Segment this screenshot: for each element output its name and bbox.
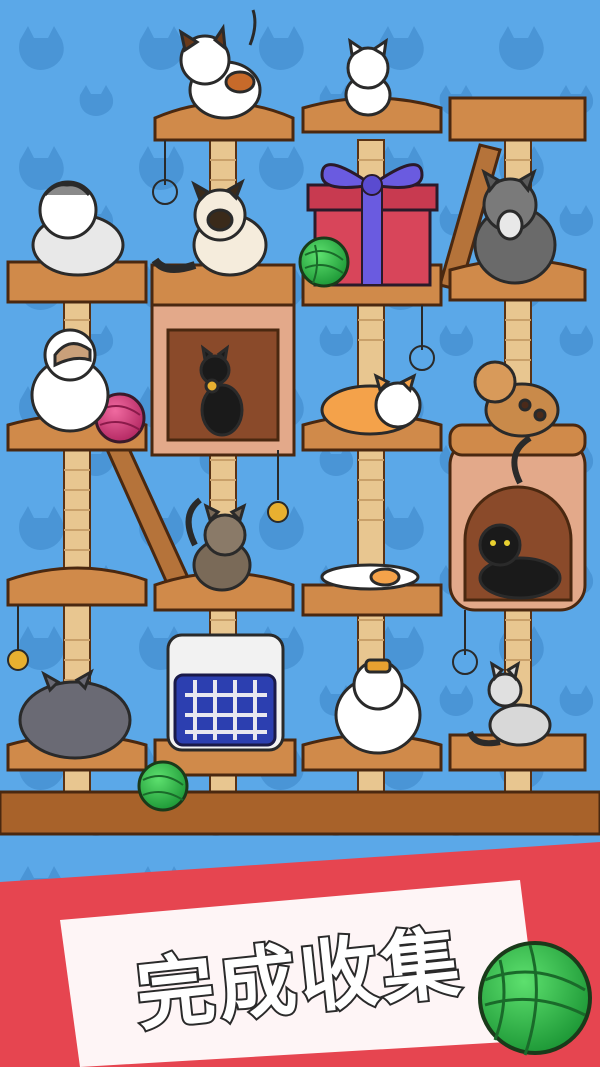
yarn-ball-green-top[interactable] bbox=[298, 236, 350, 288]
white-cat bbox=[344, 37, 392, 117]
sleeping-calico-cat bbox=[320, 563, 420, 591]
shelf-row4-left bbox=[6, 566, 148, 607]
yarn-ball-green-floor[interactable] bbox=[137, 760, 189, 812]
shelf-top-right bbox=[448, 96, 587, 142]
pet-carrier[interactable] bbox=[166, 633, 285, 752]
floor-beam bbox=[0, 790, 600, 836]
game-scene bbox=[0, 0, 600, 1067]
